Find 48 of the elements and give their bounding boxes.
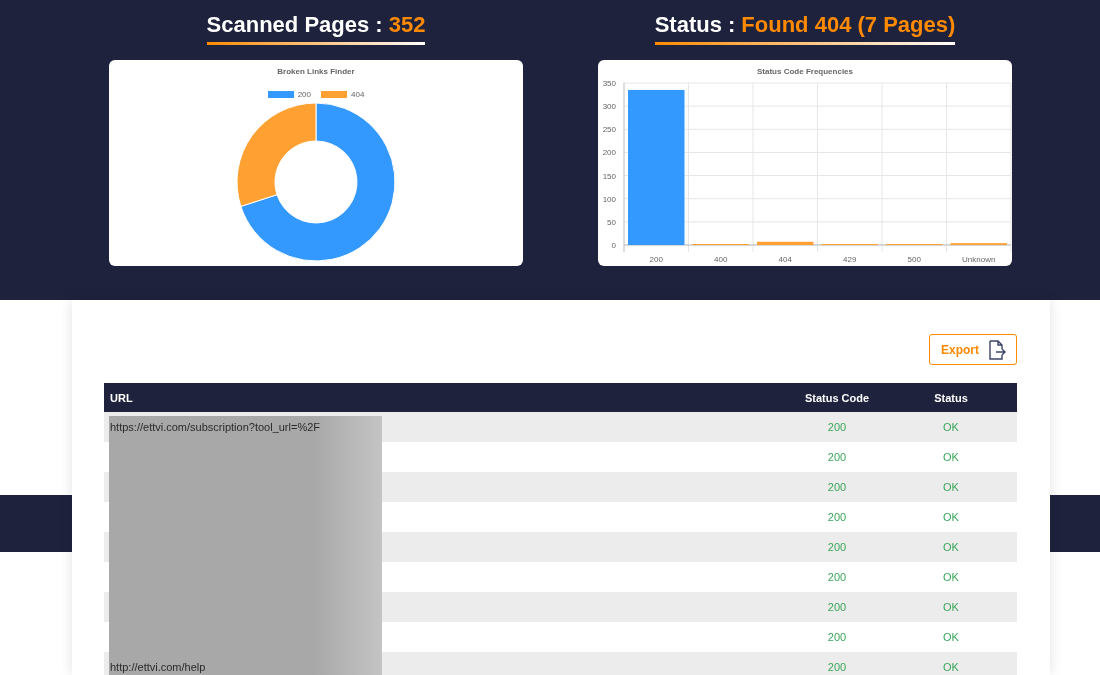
y-tick-label: 0 [611, 241, 616, 250]
y-tick-label: 300 [602, 102, 616, 112]
legend-label: 404 [351, 90, 365, 99]
status-code-cell-text: 200 [826, 511, 848, 523]
status-cell-text: OK [942, 541, 960, 553]
y-tick-label: 50 [607, 217, 616, 227]
status-cell-text: OK [942, 451, 960, 463]
status-code-cell-text: 200 [826, 601, 848, 613]
status-cell-text: OK [942, 601, 960, 613]
y-tick-label: 250 [602, 125, 616, 135]
status-cell-text: OK [942, 481, 960, 493]
status-code-cell-text: 200 [826, 661, 848, 673]
legend-label: 200 [297, 90, 311, 99]
chart-title: Broken Links Finder [277, 67, 355, 76]
legend-swatch [267, 91, 294, 98]
legend-swatch [321, 91, 347, 98]
x-tick-label: 400 [714, 255, 728, 264]
status-cell-text: OK [942, 511, 960, 523]
y-tick-label: 200 [602, 148, 616, 158]
url-cell-text: https://ettvi.com/subscription?tool_url=%2F [109, 421, 321, 433]
column-header: Status Code [803, 391, 871, 404]
bar [757, 241, 814, 245]
x-tick-label: 429 [843, 255, 857, 264]
column-header: URL [109, 391, 134, 404]
summary-heading: Scanned Pages : 352 [206, 12, 426, 45]
status-code-cell-text: 200 [826, 421, 848, 433]
x-tick-label: 200 [649, 255, 663, 264]
status-cell-text: OK [942, 421, 960, 433]
export-button[interactable]: Export [929, 334, 1017, 365]
status-code-cell-text: 200 [826, 541, 848, 553]
y-tick-label: 350 [602, 79, 616, 88]
status-code-cell-text: 200 [826, 481, 848, 493]
status-cell-text: OK [942, 631, 960, 643]
status-code-cell-text: 200 [826, 451, 848, 463]
url-cell-text: http://ettvi.com/help [109, 661, 207, 673]
x-tick-label: 500 [907, 255, 921, 264]
x-tick-label: 404 [778, 255, 792, 264]
chart-title: Status Code Frequencies [757, 67, 853, 76]
status-cell-text: OK [942, 571, 960, 583]
x-tick-label: Unknown [962, 255, 996, 264]
status-code-cell-text: 200 [826, 571, 848, 583]
status-code-cell-text: 200 [826, 631, 848, 643]
file-export-icon [987, 339, 1007, 360]
summary-heading: Status : Found 404 (7 Pages) [654, 12, 956, 45]
y-tick-label: 100 [602, 194, 616, 204]
status-cell-text: OK [942, 661, 960, 673]
column-header: Status [933, 391, 969, 404]
y-tick-label: 150 [602, 171, 616, 181]
